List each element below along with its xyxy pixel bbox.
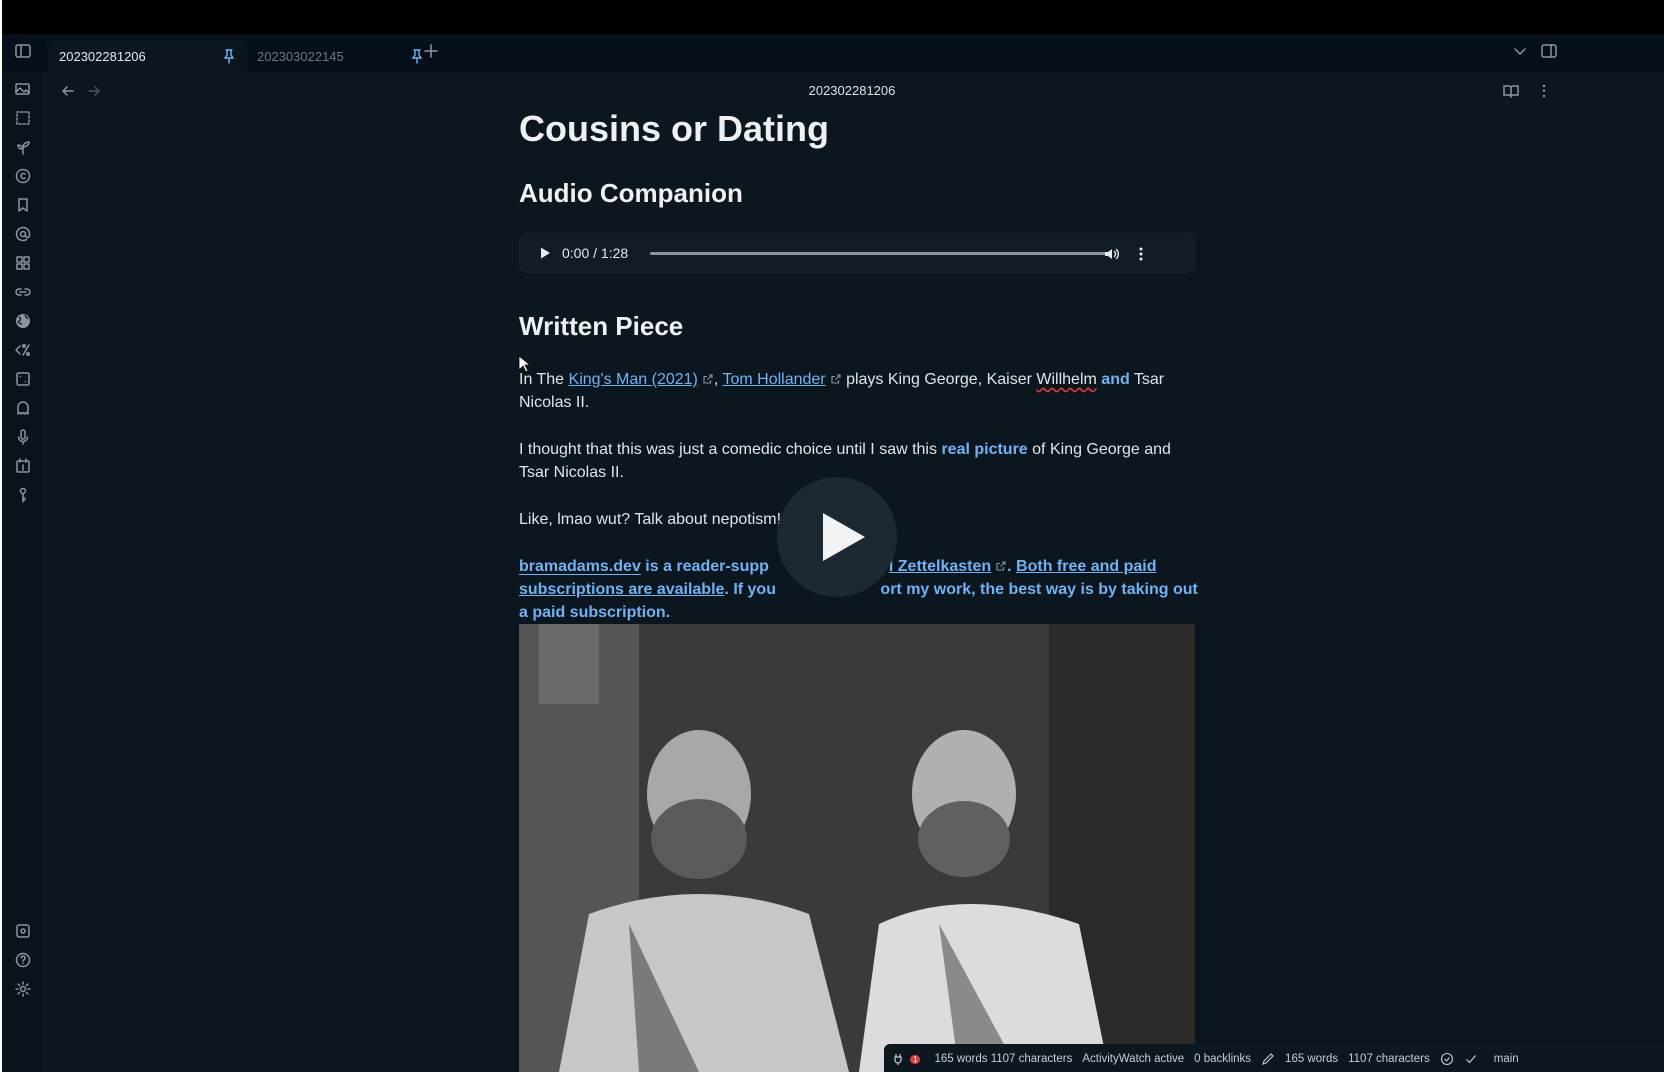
more-options-icon[interactable] (1535, 82, 1553, 100)
zettelkasten-link[interactable]: l Zettelkasten (889, 558, 991, 575)
sync-check-circle-icon[interactable] (1440, 1052, 1454, 1066)
globe-icon[interactable] (14, 312, 32, 330)
vault-icon[interactable] (14, 922, 32, 940)
audio-menu-icon[interactable] (1134, 245, 1148, 263)
note-title: Cousins or Dating (519, 108, 830, 149)
new-tab-icon[interactable] (422, 42, 440, 60)
video-play-button[interactable] (777, 477, 897, 597)
reading-mode-icon[interactable] (1502, 82, 1520, 100)
text: . If you (724, 581, 781, 598)
volume-icon[interactable] (1102, 245, 1120, 263)
backlinks-count[interactable]: 0 backlinks (1194, 1053, 1251, 1065)
edit-pencil-icon[interactable] (1261, 1052, 1275, 1066)
checkmark-icon[interactable] (1464, 1052, 1478, 1066)
tab-label: 202303022145 (257, 48, 344, 64)
status-bar: 1 165 words 1107 characters ActivityWatc… (884, 1044, 1664, 1072)
external-link-icon (702, 369, 714, 384)
ghost-icon[interactable] (14, 399, 32, 417)
mouse-cursor-icon (518, 355, 532, 378)
pin-icon[interactable] (221, 48, 237, 64)
audio-heading: Audio Companion (519, 178, 743, 208)
at-sign-icon[interactable] (14, 225, 32, 243)
tab-bar: 202302281206 202303022145 (2, 34, 1664, 72)
link-icon[interactable] (14, 283, 32, 301)
select-box-icon[interactable] (14, 109, 32, 127)
text: is a reader-supp (640, 558, 769, 575)
gallery-icon[interactable] (14, 80, 32, 98)
tab-label: 202302281206 (59, 48, 146, 64)
audio-player[interactable]: 0:00 / 1:28 (519, 233, 1195, 273)
microphone-icon[interactable] (14, 428, 32, 446)
play-icon[interactable] (538, 246, 552, 260)
written-heading: Written Piece (519, 311, 684, 341)
forward-arrow-icon[interactable] (85, 82, 103, 100)
key-icon[interactable] (14, 486, 32, 504)
text: I thought that this was just a comedic c… (519, 441, 942, 458)
activitywatch-status[interactable]: ActivityWatch active (1082, 1053, 1184, 1065)
sidebar-toggle-icon[interactable] (14, 42, 32, 60)
ribbon (2, 72, 44, 1072)
settings-gear-icon[interactable] (14, 980, 32, 998)
audio-time: 0:00 / 1:28 (562, 245, 629, 261)
tom-hollander-link[interactable]: Tom Hollander (722, 371, 825, 388)
git-branch[interactable]: main (1494, 1053, 1519, 1065)
percent-template-icon[interactable] (14, 341, 32, 359)
bramadams-link[interactable]: bramadams.dev (519, 558, 641, 575)
kings-man-link[interactable]: King's Man (2021) (569, 371, 698, 388)
title-bar (2, 0, 1664, 34)
right-sidebar-toggle-icon[interactable] (1540, 42, 1558, 60)
view-header-title[interactable]: 202302281206 (762, 83, 942, 98)
text: . (1007, 558, 1017, 575)
image-dice-icon[interactable] (14, 370, 32, 388)
help-icon[interactable] (14, 951, 32, 969)
app-window: 202302281206 202303022145 202302281206 C… (2, 0, 1664, 1072)
external-link-icon (830, 369, 842, 384)
bold-text: real picture (941, 441, 1028, 458)
copyright-icon[interactable] (14, 167, 32, 185)
dashboard-icon[interactable] (14, 254, 32, 272)
external-link-icon (995, 556, 1007, 571)
back-arrow-icon[interactable] (59, 82, 77, 100)
char-count: 1107 characters (1348, 1053, 1430, 1065)
misspelled-word[interactable]: Willhelm (1036, 371, 1096, 388)
error-badge[interactable]: 1 (910, 1054, 921, 1064)
calendar-icon[interactable] (14, 457, 32, 475)
chevron-down-icon[interactable] (1512, 43, 1528, 59)
bookmark-icon[interactable] (14, 196, 32, 214)
word-count: 165 words (1285, 1053, 1339, 1065)
bold-text: and (1096, 371, 1130, 388)
word-char-count: 165 words 1107 characters (934, 1053, 1073, 1065)
text: plays King George, Kaiser (841, 371, 1037, 388)
tab-202302281206[interactable]: 202302281206 (47, 40, 247, 72)
paragraph-1: In The King's Man (2021), Tom Hollander … (519, 368, 1199, 414)
tab-202303022145[interactable]: 202303022145 (245, 40, 435, 72)
plug-icon[interactable] (892, 1052, 906, 1066)
audio-progress-bar[interactable] (650, 252, 1108, 255)
sprout-icon[interactable] (14, 138, 32, 156)
embedded-photo (519, 624, 1195, 1072)
